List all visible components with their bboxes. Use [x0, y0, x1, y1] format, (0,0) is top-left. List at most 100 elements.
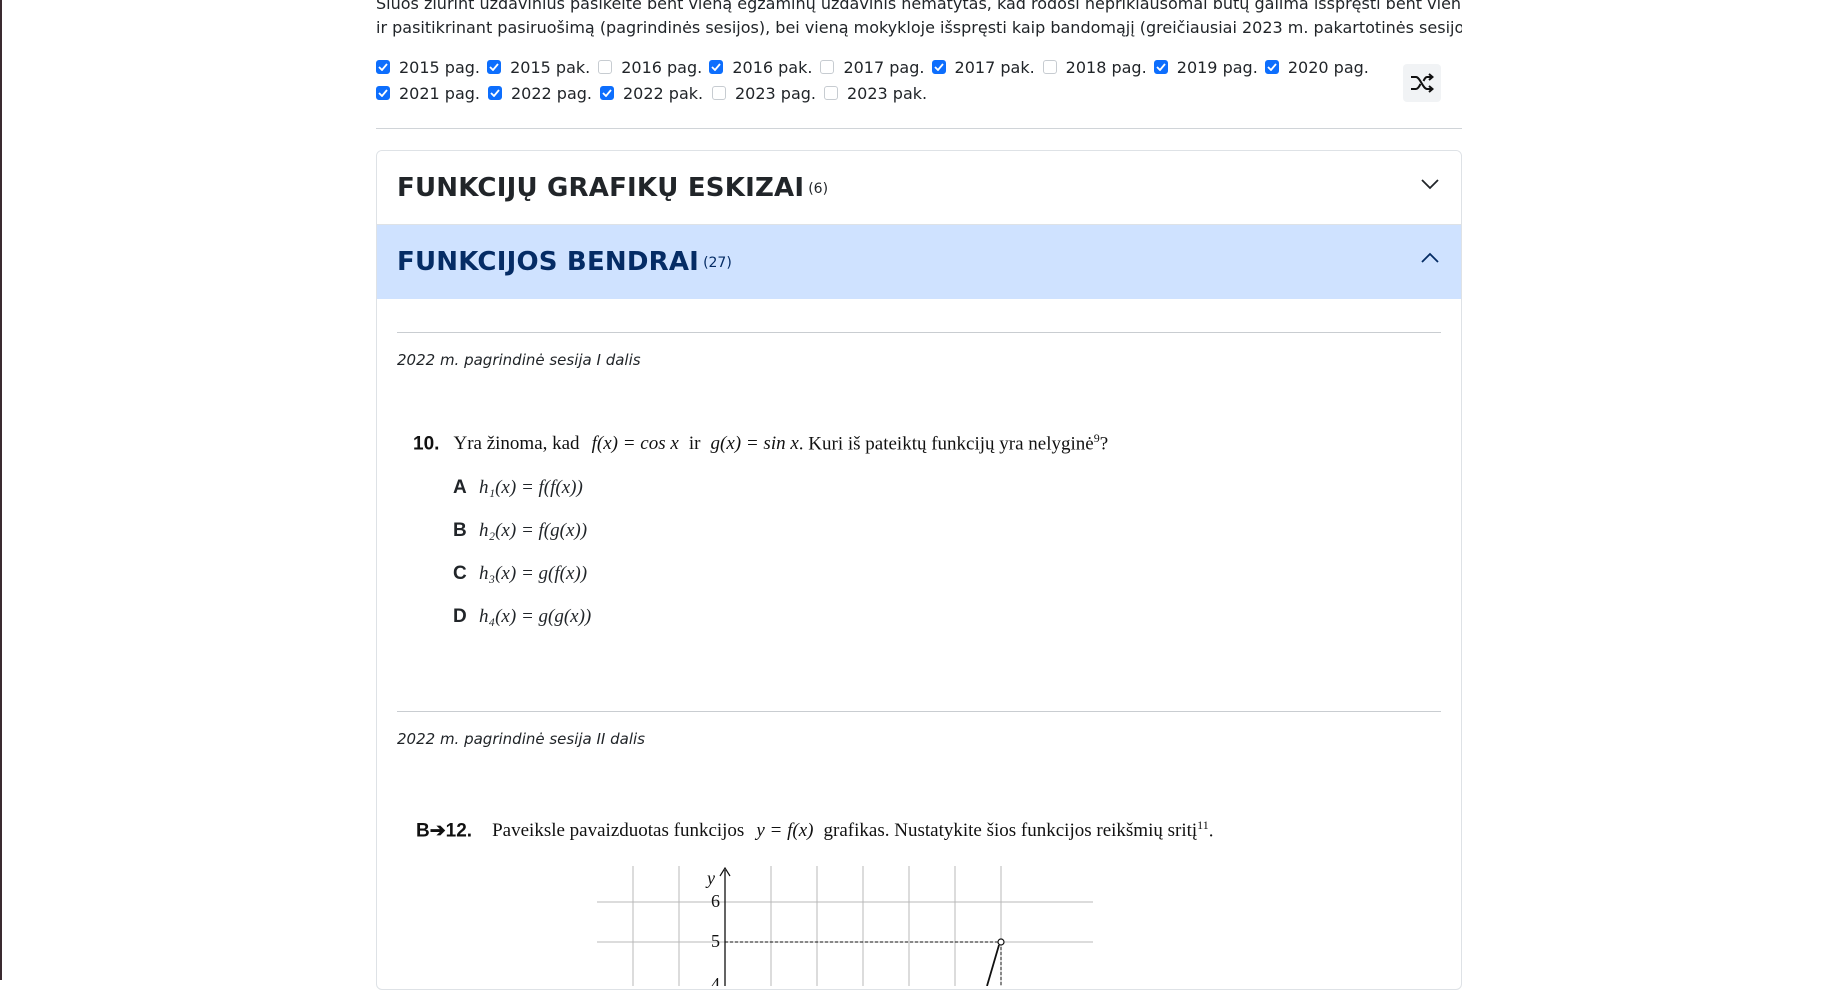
year-filter-row-1: 2015 pag. 2015 pak. 2016 pag. 2016 pak. 2017… — [376, 54, 1376, 80]
formula-f: f(x) = cos x — [591, 433, 679, 455]
option-letter: A — [453, 477, 467, 498]
year-filter-2016-pak[interactable]: 2016 pak. — [709, 54, 820, 80]
task-number: 10. — [413, 433, 440, 455]
year-filter-2022-pak[interactable]: 2022 pak. — [600, 80, 712, 106]
accordion-header-funkciju-grafiku-eskizai[interactable]: FUNKCIJŲ GRAFIKŲ ESKIZAI (6) — [377, 151, 1461, 225]
answer-option: Bh₂(x) = f(g(x)) — [453, 519, 587, 542]
year-filter-2018-pag[interactable]: 2018 pag. — [1042, 54, 1154, 80]
question-text-rest: grafikas. Nustatykite šios funkcijos rei… — [823, 820, 1198, 842]
checkbox-checked-icon[interactable] — [488, 86, 502, 100]
option-formula: h₄(x) = g(g(x)) — [479, 606, 592, 627]
year-filter-label: 2023 pak. — [847, 83, 928, 103]
topic-accordion: FUNKCIJŲ GRAFIKŲ ESKIZAI (6) FUNKCIJOS B… — [376, 150, 1462, 990]
year-filter-label: 2015 pag. — [399, 57, 481, 77]
year-filter-label: 2017 pak. — [954, 57, 1035, 77]
task-source-caption: 2022 m. pagrindinė sesija I dalis — [397, 351, 641, 369]
formula-y: y = f(x) — [756, 820, 814, 842]
graph-grid — [597, 866, 1093, 986]
year-filter-2017-pag[interactable]: 2017 pag. — [820, 54, 931, 80]
question-text-rest: . Kuri iš pateiktų funkcijų yra nelyginė — [798, 433, 1094, 455]
year-filter-2023-pag[interactable]: 2023 pag. — [712, 80, 824, 106]
year-filter-label: 2022 pag. — [511, 83, 593, 103]
task-source-caption: 2022 m. pagrindinė sesija II dalis — [397, 730, 645, 748]
year-filter-2015-pag[interactable]: 2015 pag. — [376, 54, 487, 80]
year-filter-label: 2018 pag. — [1065, 57, 1147, 77]
checkbox-checked-icon[interactable] — [487, 60, 502, 74]
year-filter-label: 2019 pag. — [1176, 57, 1258, 77]
answer-option: Dh₄(x) = g(g(x)) — [453, 605, 591, 628]
year-filter-label: 2017 pag. — [843, 57, 925, 77]
checkbox-unchecked-icon[interactable] — [598, 60, 613, 74]
task-question: B➔12. Paveiksle pavaizduotas funkcijos y… — [416, 818, 1213, 842]
page-content: Šiuos žiūrint uždavinius pasikeitė bent … — [376, 0, 1462, 990]
option-letter: C — [453, 563, 467, 584]
year-filter-2015-pak[interactable]: 2015 pak. — [487, 54, 598, 80]
shuffle-button[interactable] — [1403, 64, 1441, 102]
checkbox-checked-icon[interactable] — [600, 86, 614, 100]
option-formula: h₃(x) = g(f(x)) — [479, 563, 588, 584]
year-filter-label: 2015 pak. — [510, 57, 591, 77]
chevron-down-icon — [1421, 179, 1439, 190]
year-filter-label: 2022 pak. — [623, 83, 704, 103]
chevron-up-icon — [1421, 252, 1439, 263]
accordion-count: (27) — [703, 255, 732, 271]
year-filter-2021-pag[interactable]: 2021 pag. — [376, 80, 488, 106]
option-formula: h₂(x) = f(g(x)) — [479, 520, 588, 541]
checkbox-checked-icon[interactable] — [376, 60, 390, 74]
option-letter: D — [453, 606, 467, 627]
year-filter-2017-pak[interactable]: 2017 pak. — [931, 54, 1043, 80]
year-filter-label: 2016 pak. — [732, 57, 813, 77]
question-end: . — [1208, 820, 1214, 842]
year-filter-label: 2016 pag. — [621, 57, 703, 77]
y-axis-label: y — [705, 868, 715, 888]
checkbox-unchecked-icon[interactable] — [1042, 60, 1057, 74]
checkbox-checked-icon[interactable] — [1153, 60, 1168, 74]
y-tick-label: 4 — [711, 974, 720, 986]
accordion-header-funkcijos-bendrai[interactable]: FUNKCIJOS BENDRAI (27) — [377, 225, 1461, 299]
question-text: Yra žinoma, kad — [453, 433, 580, 455]
task-divider — [397, 711, 1441, 712]
year-filter-label: 2021 pag. — [399, 83, 481, 103]
answer-option: Ch₃(x) = g(f(x)) — [453, 562, 587, 585]
checkbox-checked-icon[interactable] — [376, 86, 390, 100]
year-filter-label: 2020 pag. — [1287, 57, 1369, 77]
year-filter-2022-pag[interactable]: 2022 pag. — [488, 80, 600, 106]
intro-line-1: Šiuos žiūrint uždavinius pasikeitė bent … — [376, 0, 1462, 13]
year-filter: 2015 pag. 2015 pak. 2016 pag. 2016 pak. 2017… — [376, 54, 1376, 106]
checkbox-checked-icon[interactable] — [931, 60, 946, 74]
checkbox-unchecked-icon[interactable] — [820, 60, 835, 74]
intro-line-2: ir pasitikrinant pasiruošimą (pagrindinė… — [376, 18, 1462, 37]
year-filter-2023-pak[interactable]: 2023 pak. — [824, 80, 936, 106]
task-divider — [397, 332, 1441, 333]
option-formula: h₁(x) = f(f(x)) — [479, 477, 583, 498]
answer-option: Ah₁(x) = f(f(x)) — [453, 476, 583, 499]
option-letter: B — [453, 520, 467, 541]
y-tick-label: 5 — [711, 931, 720, 951]
year-filter-row-2: 2021 pag. 2022 pag. 2022 pak. 2023 pag. 2023… — [376, 80, 1376, 106]
checkbox-checked-icon[interactable] — [709, 60, 724, 74]
divider — [376, 128, 1462, 129]
question-text: Paveiksle pavaizduotas funkcijos — [492, 820, 745, 842]
year-filter-2019-pag[interactable]: 2019 pag. — [1153, 54, 1265, 80]
formula-g: g(x) = sin x — [710, 433, 799, 455]
question-text-and: ir — [688, 433, 701, 455]
year-filter-2020-pag[interactable]: 2020 pag. — [1264, 54, 1376, 80]
open-endpoint — [997, 938, 1005, 946]
task-question: 10. Yra žinoma, kad f(x) = cos x ir g(x)… — [413, 431, 1108, 455]
function-graph: y 6 5 4 — [597, 866, 1093, 986]
y-tick-label: 6 — [711, 891, 720, 911]
window-left-edge — [0, 0, 2, 980]
footnote-mark: 11 — [1197, 818, 1209, 832]
intro-text: Šiuos žiūrint uždavinius pasikeitė bent … — [376, 0, 1462, 40]
checkbox-unchecked-icon[interactable] — [824, 86, 838, 100]
accordion-title: FUNKCIJOS BENDRAI — [397, 247, 700, 277]
task-number: B➔12. — [416, 820, 473, 842]
accordion-count: (6) — [808, 180, 829, 197]
year-filter-label: 2023 pag. — [735, 83, 817, 103]
year-filter-2016-pag[interactable]: 2016 pag. — [598, 54, 709, 80]
accordion-title: FUNKCIJŲ GRAFIKŲ ESKIZAI — [397, 172, 805, 203]
question-end: ? — [1099, 433, 1109, 455]
checkbox-unchecked-icon[interactable] — [712, 86, 726, 100]
shuffle-icon — [1411, 73, 1434, 93]
checkbox-checked-icon[interactable] — [1264, 60, 1279, 74]
